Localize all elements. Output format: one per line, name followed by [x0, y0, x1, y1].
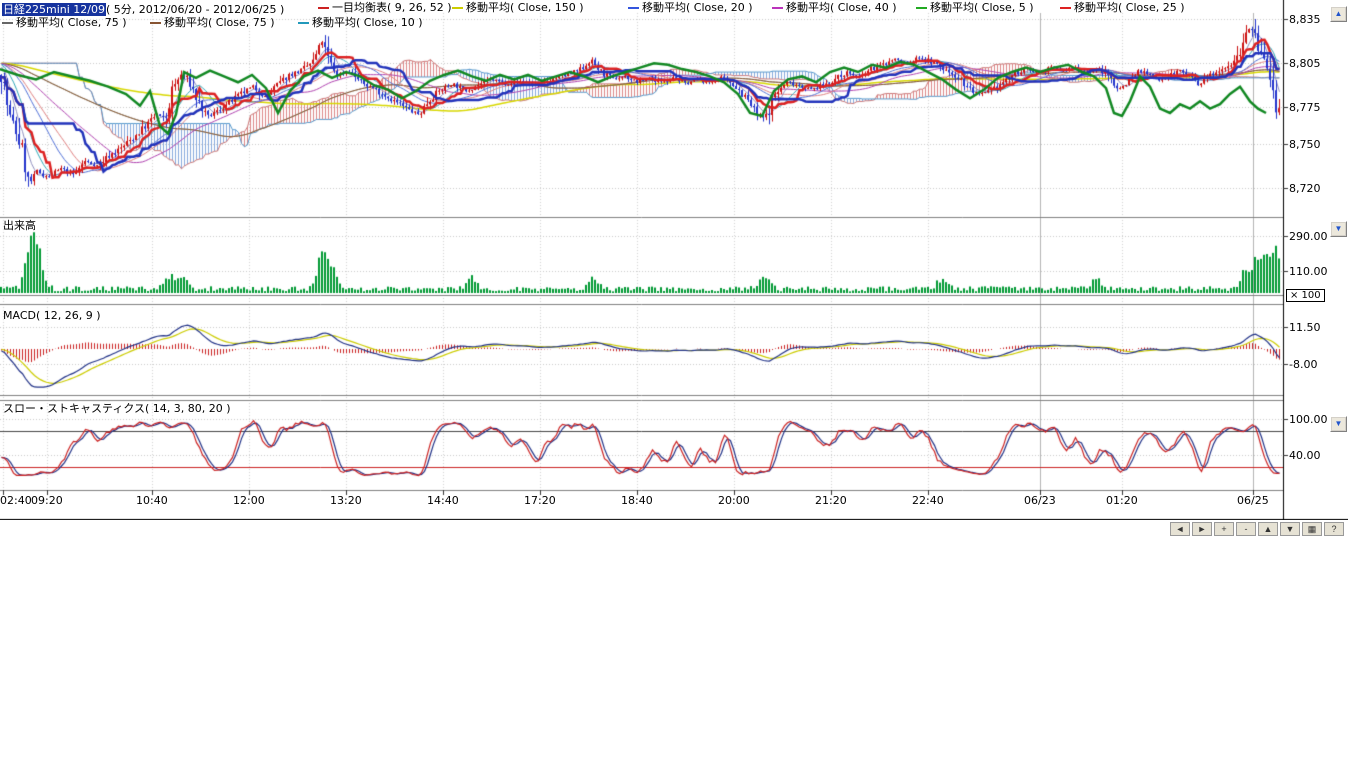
indicator-legend-label: 移動平均( Close, 75 )	[164, 16, 275, 29]
indicator-legend[interactable]: 移動平均( Close, 20 )	[628, 1, 753, 14]
volume-unit-badge: × 100	[1286, 289, 1325, 302]
scroll-left-icon: ◄	[1176, 524, 1185, 534]
arrow-down-icon: ▼	[1335, 419, 1343, 428]
volume-panel-scroll-down-button[interactable]: ▼	[1330, 221, 1347, 237]
arrow-up-icon: ▲	[1335, 9, 1343, 18]
indicator-legend[interactable]: 一目均衡表( 9, 26, 52 )	[318, 1, 452, 14]
indicator-legend-label: 移動平均( Close, 20 )	[642, 1, 753, 14]
indicator-legend-label: 移動平均( Close, 10 )	[312, 16, 423, 29]
legend-line-icon	[298, 22, 309, 24]
charting-app-window: 日経225mini 12/09( 5分, 2012/06/20 - 2012/0…	[0, 0, 1366, 768]
scale-down-icon: ▼	[1286, 524, 1295, 534]
legend-line-icon	[772, 7, 783, 9]
legend-line-icon	[916, 7, 927, 9]
indicator-legend[interactable]: 移動平均( Close, 10 )	[298, 16, 423, 29]
zoom-out-button[interactable]: -	[1236, 522, 1256, 536]
instrument-name: 日経225mini 12/09	[2, 3, 106, 16]
zoom-in-icon: +	[1221, 524, 1226, 534]
indicator-legend[interactable]: 移動平均( Close, 40 )	[772, 1, 897, 14]
scroll-right-icon: ►	[1198, 524, 1207, 534]
scale-down-button[interactable]: ▼	[1280, 522, 1300, 536]
arrow-down-icon: ▼	[1335, 224, 1343, 233]
legend-line-icon	[1060, 7, 1071, 9]
indicator-legend[interactable]: 移動平均( Close, 5 )	[916, 1, 1034, 14]
indicator-legend-label: 移動平均( Close, 75 )	[16, 16, 127, 29]
legend-line-icon	[150, 22, 161, 24]
scale-up-icon: ▲	[1264, 524, 1273, 534]
indicator-legend-label: 移動平均( Close, 150 )	[466, 1, 584, 14]
legend-line-icon	[2, 22, 13, 24]
indicator-legend[interactable]: 移動平均( Close, 25 )	[1060, 1, 1185, 14]
help-icon: ?	[1331, 524, 1336, 534]
scroll-right-button[interactable]: ►	[1192, 522, 1212, 536]
zoom-in-button[interactable]: +	[1214, 522, 1234, 536]
zoom-out-icon: -	[1245, 524, 1248, 534]
grid-icon: ▦	[1308, 524, 1317, 534]
legend-line-icon	[318, 7, 329, 9]
legend-line-icon	[452, 7, 463, 9]
scroll-left-button[interactable]: ◄	[1170, 522, 1190, 536]
bottom-toolbar: ◄ ► + - ▲ ▼ ▦?	[1170, 522, 1344, 536]
indicator-legend[interactable]: 移動平均( Close, 150 )	[452, 1, 584, 14]
instrument-legend[interactable]: 日経225mini 12/09( 5分, 2012/06/20 - 2012/0…	[2, 1, 284, 17]
indicator-legend-label: 移動平均( Close, 40 )	[786, 1, 897, 14]
legend-line-icon	[628, 7, 639, 9]
indicator-legend[interactable]: 移動平均( Close, 75 )	[2, 16, 127, 29]
indicator-legend-label: 一目均衡表( 9, 26, 52 )	[332, 1, 452, 14]
instrument-params: ( 5分, 2012/06/20 - 2012/06/25 )	[106, 3, 284, 16]
indicator-legend[interactable]: 移動平均( Close, 75 )	[150, 16, 275, 29]
chart-plot-area[interactable]	[0, 0, 1348, 520]
indicator-legend-label: 移動平均( Close, 5 )	[930, 1, 1034, 14]
grid-button[interactable]: ▦	[1302, 522, 1322, 536]
stoch-panel-scroll-down-button[interactable]: ▼	[1330, 416, 1347, 432]
indicator-legend-label: 移動平均( Close, 25 )	[1074, 1, 1185, 14]
scroll-up-button[interactable]: ▲	[1330, 6, 1347, 22]
scale-up-button[interactable]: ▲	[1258, 522, 1278, 536]
help-button[interactable]: ?	[1324, 522, 1344, 536]
